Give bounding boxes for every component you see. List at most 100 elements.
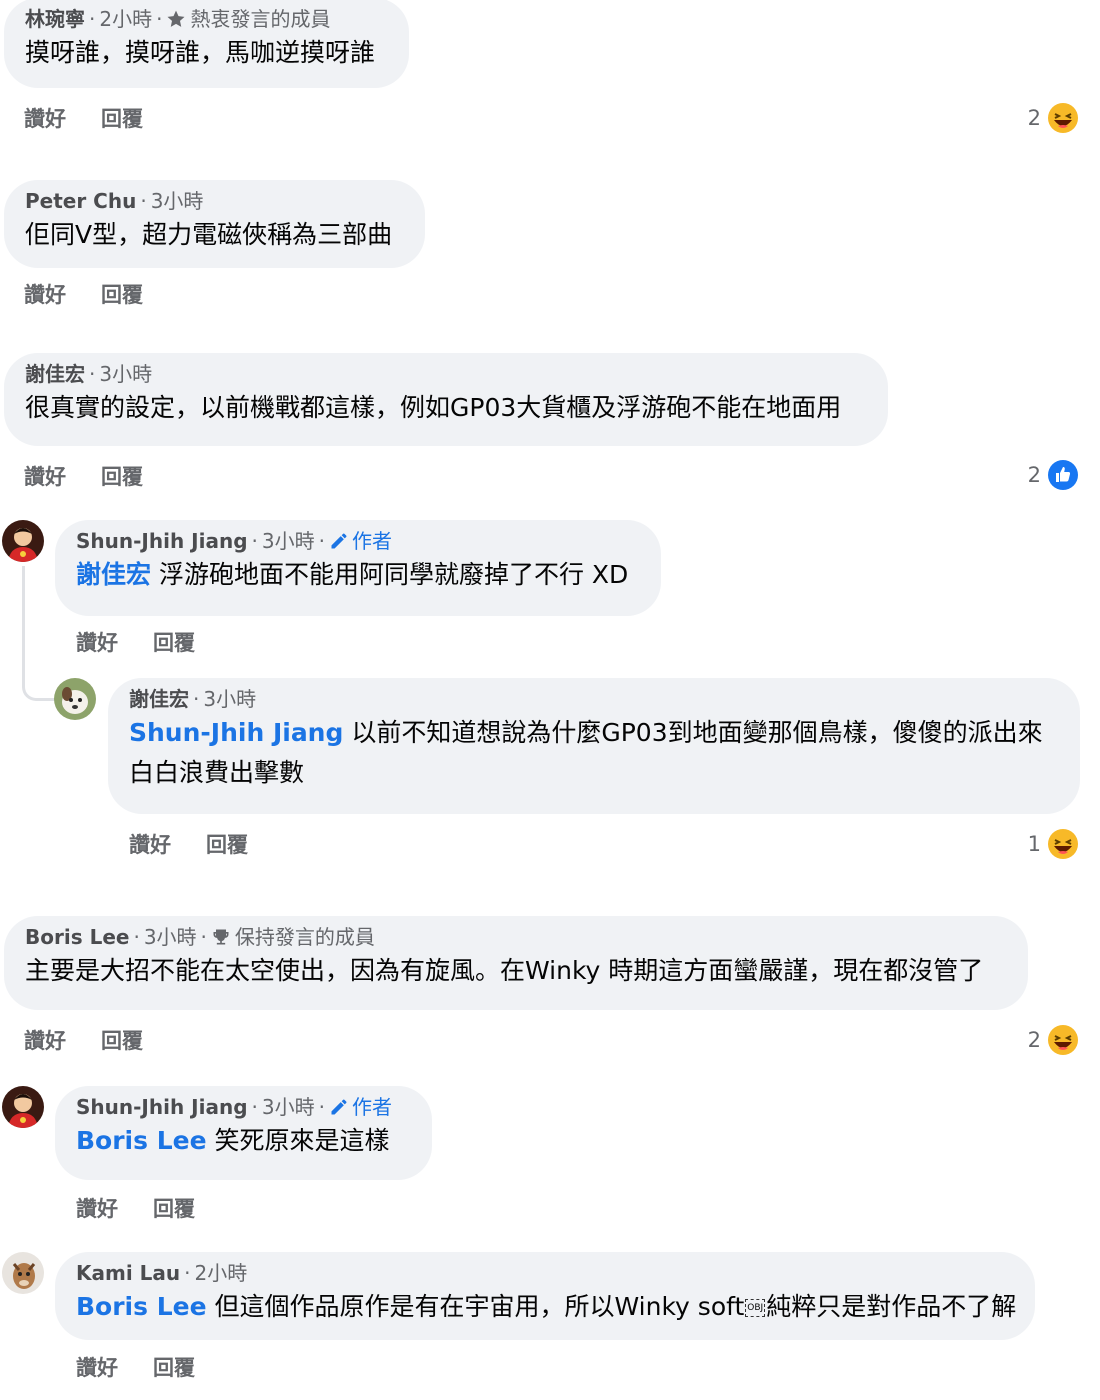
mention-link[interactable]: Boris Lee <box>76 1292 207 1321</box>
avatar[interactable] <box>2 1252 44 1294</box>
star-icon <box>167 10 185 27</box>
member-badge: 保持發言的成員 <box>211 924 375 950</box>
reaction-count: 2 <box>1027 1028 1041 1052</box>
pencil-icon <box>331 1099 347 1115</box>
reply-button[interactable]: 回覆 <box>153 1196 195 1222</box>
comment-meta: Boris Lee · 3小時 · 保持發言的成員 <box>25 924 1008 950</box>
reaction-count: 2 <box>1027 463 1041 487</box>
reply-button[interactable]: 回覆 <box>206 832 248 858</box>
thread-connector <box>22 566 55 701</box>
separator: · <box>140 189 147 213</box>
comment-bubble: Peter Chu · 3小時 佢同V型，超力電磁俠稱為三部曲 <box>4 180 425 268</box>
timestamp[interactable]: 3小時 <box>144 924 197 950</box>
like-button[interactable]: 讚好 <box>76 630 118 656</box>
timestamp[interactable]: 2小時 <box>99 6 152 32</box>
member-badge: 熱衷發言的成員 <box>166 6 330 32</box>
comment-bubble: Boris Lee · 3小時 · 保持發言的成員 主要是大招不能在太空使出，因… <box>4 916 1028 1010</box>
comment-text: 很真實的設定，以前機戰都這樣，例如GP03大貨櫃及浮游砲不能在地面用 <box>25 393 842 422</box>
like-button[interactable]: 讚好 <box>24 106 66 132</box>
comment-actions: 讚好 回覆 <box>76 1355 195 1381</box>
badge-label: 熱衷發言的成員 <box>190 7 331 31</box>
comment-bubble: 謝佳宏 · 3小時 很真實的設定，以前機戰都這樣，例如GP03大貨櫃及浮游砲不能… <box>4 353 888 446</box>
like-button[interactable]: 讚好 <box>76 1196 118 1222</box>
comment-meta: 林琬寧 · 2小時 · 熱衷發言的成員 <box>25 6 389 32</box>
comment-actions: 讚好 回覆 <box>24 1028 143 1054</box>
comment-meta: 謝佳宏 · 3小時 <box>129 686 1060 712</box>
comment-body: 笑死原來是這樣 <box>206 1126 390 1155</box>
timestamp[interactable]: 3小時 <box>262 528 315 554</box>
author-name[interactable]: 林琬寧 <box>25 6 85 32</box>
reply-bubble: Kami Lau · 2小時 Boris Lee 但這個作品原作是有在宇宙用，所… <box>55 1252 1035 1340</box>
separator: · <box>184 1261 191 1285</box>
reply-button[interactable]: 回覆 <box>101 464 143 490</box>
comment-text: 摸呀誰，摸呀誰，馬咖逆摸呀誰 <box>25 38 376 67</box>
separator: · <box>318 1095 325 1119</box>
avatar[interactable] <box>54 678 96 720</box>
mention-link[interactable]: Shun-Jhih Jiang <box>129 718 343 747</box>
separator: · <box>193 687 200 711</box>
like-button[interactable]: 讚好 <box>129 832 171 858</box>
reply-button[interactable]: 回覆 <box>153 1355 195 1381</box>
author-label: 作者 <box>351 529 392 553</box>
avatar-image <box>2 1252 44 1294</box>
author-name[interactable]: Boris Lee <box>25 924 129 950</box>
author-name[interactable]: 謝佳宏 <box>25 361 85 387</box>
avatar[interactable] <box>2 520 44 562</box>
pencil-icon <box>331 533 347 549</box>
haha-reaction-icon <box>1048 829 1078 859</box>
avatar[interactable] <box>2 1086 44 1128</box>
reaction-summary[interactable]: 2 <box>1028 459 1079 491</box>
comment-body-continued: 純粹只是對作品不了解 <box>766 1292 1017 1321</box>
author-badge: 作者 <box>329 1094 392 1120</box>
comment-actions: 讚好 回覆 <box>24 282 143 308</box>
separator: · <box>200 925 207 949</box>
like-button[interactable]: 讚好 <box>76 1355 118 1381</box>
separator: · <box>89 7 96 31</box>
separator: · <box>251 1095 258 1119</box>
timestamp[interactable]: 3小時 <box>151 188 204 214</box>
haha-reaction-icon <box>1048 1025 1078 1055</box>
author-name[interactable]: Shun-Jhih Jiang <box>76 528 248 554</box>
comment-bubble: 林琬寧 · 2小時 · 熱衷發言的成員 摸呀誰，摸呀誰，馬咖逆摸呀誰 <box>4 0 409 88</box>
reply-button[interactable]: 回覆 <box>101 1028 143 1054</box>
reaction-count: 1 <box>1027 832 1041 856</box>
comment-actions: 讚好 回覆 <box>76 1196 195 1222</box>
author-badge: 作者 <box>329 528 392 554</box>
comment-text: 佢同V型，超力電磁俠稱為三部曲 <box>25 220 393 249</box>
reply-bubble: Shun-Jhih Jiang · 3小時 · 作者 謝佳宏 浮游砲地面不能用阿… <box>55 520 661 616</box>
reaction-summary[interactable]: 2 <box>1028 102 1079 134</box>
like-button[interactable]: 讚好 <box>24 1028 66 1054</box>
avatar-image <box>2 1086 44 1128</box>
timestamp[interactable]: 3小時 <box>99 361 152 387</box>
timestamp[interactable]: 3小時 <box>262 1094 315 1120</box>
comment-text: 主要是大招不能在太空使出，因為有旋風。在Winky 時期這方面蠻嚴謹，現在都沒管… <box>25 956 984 985</box>
author-name[interactable]: Kami Lau <box>76 1260 180 1286</box>
timestamp[interactable]: 2小時 <box>195 1260 248 1286</box>
like-button[interactable]: 讚好 <box>24 464 66 490</box>
reaction-summary[interactable]: 1 <box>1028 828 1079 860</box>
comment-body: 但這個作品原作是有在宇宙用，所以Winky soft <box>206 1292 745 1321</box>
reaction-count: 2 <box>1027 106 1041 130</box>
comment-meta: Peter Chu · 3小時 <box>25 188 405 214</box>
reaction-summary[interactable]: 2 <box>1028 1024 1079 1056</box>
timestamp[interactable]: 3小時 <box>203 686 256 712</box>
haha-reaction-icon <box>1048 103 1078 133</box>
reply-button[interactable]: 回覆 <box>101 282 143 308</box>
author-name[interactable]: Peter Chu <box>25 188 136 214</box>
reply-button[interactable]: 回覆 <box>153 630 195 656</box>
mention-link[interactable]: Boris Lee <box>76 1126 207 1155</box>
author-label: 作者 <box>351 1095 392 1119</box>
mention-link[interactable]: 謝佳宏 <box>76 560 151 589</box>
like-button[interactable]: 讚好 <box>24 282 66 308</box>
like-reaction-icon <box>1048 460 1078 490</box>
author-name[interactable]: Shun-Jhih Jiang <box>76 1094 248 1120</box>
comment-meta: Kami Lau · 2小時 <box>76 1260 1015 1286</box>
comment-meta: Shun-Jhih Jiang · 3小時 · 作者 <box>76 1094 412 1120</box>
separator: · <box>89 362 96 386</box>
comment-text: Shun-Jhih Jiang 以前不知道想說為什麼GP03到地面變那個鳥樣，傻… <box>129 713 1060 793</box>
separator: · <box>133 925 140 949</box>
comment-meta: Shun-Jhih Jiang · 3小時 · 作者 <box>76 528 641 554</box>
author-name[interactable]: 謝佳宏 <box>129 686 189 712</box>
reply-button[interactable]: 回覆 <box>101 106 143 132</box>
comment-text: 謝佳宏 浮游砲地面不能用阿同學就廢掉了不行 XD <box>76 555 641 595</box>
